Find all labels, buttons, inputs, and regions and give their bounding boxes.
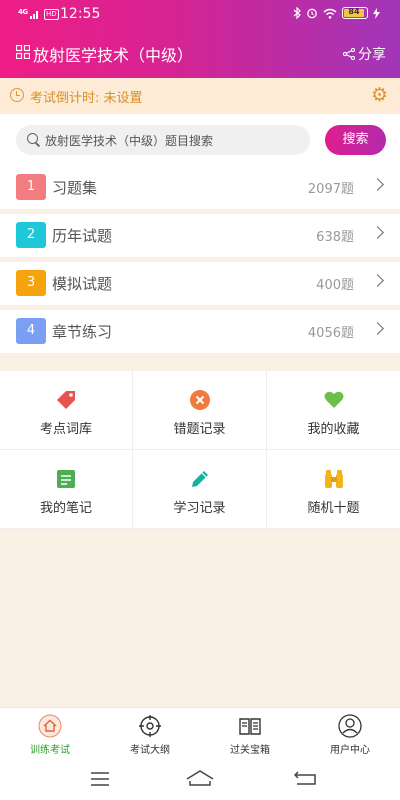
status-icons: 84 [293, 7, 380, 19]
bottom-tab-bar: 训练考试 考试大纲 过关宝箱 用户中心 [0, 707, 400, 762]
tool-label: 学习记录 [173, 501, 226, 516]
alarm-icon [307, 8, 317, 19]
tab-user-center[interactable]: 用户中心 [300, 708, 400, 762]
network-type: 4G [18, 8, 28, 16]
menu-icon[interactable] [90, 772, 110, 786]
back-icon[interactable] [294, 771, 316, 785]
chevron-right-icon [371, 274, 384, 287]
clock-icon [10, 88, 24, 102]
item-number-badge: 2 [16, 222, 46, 248]
binoculars-icon [324, 470, 343, 488]
battery-level: 84 [348, 7, 360, 16]
tool-keyword-bank[interactable]: 考点词库 [0, 371, 133, 450]
share-button[interactable]: 分享 [343, 44, 386, 64]
tab-label: 过关宝箱 [230, 745, 270, 756]
error-circle-icon [189, 390, 210, 410]
list-item-past-papers[interactable]: 2 历年试题 638题 [0, 214, 400, 257]
book-icon [239, 718, 261, 735]
search-button[interactable]: 搜索 [325, 125, 386, 155]
tool-favorites[interactable]: 我的收藏 [267, 371, 400, 450]
share-icon [343, 48, 355, 60]
tool-label: 我的收藏 [307, 422, 360, 437]
tab-treasure-box[interactable]: 过关宝箱 [200, 708, 300, 762]
signal-icon [30, 11, 38, 19]
home-nav-icon[interactable] [186, 770, 214, 786]
battery-icon: 84 [342, 7, 368, 19]
item-label: 模拟试题 [52, 275, 113, 293]
tool-wrong-answers[interactable]: 错题记录 [133, 371, 267, 450]
app-header: 4G HD 12:55 84 放射医学技术（中级） 分享 [0, 0, 400, 78]
tag-icon [57, 391, 75, 409]
status-bar: 4G HD 12:55 84 [0, 0, 400, 30]
item-count: 638题 [316, 230, 354, 245]
category-list: 1 习题集 2097题 2 历年试题 638题 3 模拟试题 400题 4 章节… [0, 166, 400, 358]
chevron-right-icon [371, 226, 384, 239]
tool-study-history[interactable]: 学习记录 [133, 450, 267, 529]
chevron-right-icon [371, 322, 384, 335]
tool-grid: 考点词库 错题记录 我的收藏 我的笔记 学习记录 随机十题 [0, 371, 400, 529]
item-count: 4056题 [307, 326, 354, 341]
search-input[interactable]: 放射医学技术（中级）题目搜索 [16, 125, 310, 155]
item-count: 400题 [316, 278, 354, 293]
user-icon [338, 714, 362, 738]
list-item-mock-tests[interactable]: 3 模拟试题 400题 [0, 262, 400, 305]
tab-label: 用户中心 [330, 745, 370, 756]
notebook-icon [57, 470, 75, 488]
tool-random-ten[interactable]: 随机十题 [267, 450, 400, 529]
countdown-text: 考试倒计时: 未设置 [30, 91, 143, 106]
share-label: 分享 [358, 47, 386, 63]
tab-syllabus[interactable]: 考试大纲 [100, 708, 200, 762]
item-number-badge: 3 [16, 270, 46, 296]
item-count: 2097题 [307, 182, 354, 197]
tool-label: 错题记录 [173, 422, 226, 437]
search-icon [27, 133, 38, 144]
item-number-badge: 1 [16, 174, 46, 200]
pencil-icon [191, 471, 208, 487]
list-item-chapter-practice[interactable]: 4 章节练习 4056题 [0, 310, 400, 353]
search-placeholder: 放射医学技术（中级）题目搜索 [45, 134, 214, 148]
title-bar: 放射医学技术（中级） 分享 [0, 38, 400, 68]
tab-training-exam[interactable]: 训练考试 [0, 708, 100, 762]
search-row: 放射医学技术（中级）题目搜索 搜索 [0, 114, 400, 166]
item-label: 习题集 [52, 179, 98, 197]
heart-icon [324, 391, 343, 408]
home-icon [38, 714, 62, 738]
hd-badge: HD [44, 9, 59, 20]
page-title: 放射医学技术（中级） [33, 46, 194, 65]
grid-icon[interactable] [16, 45, 30, 59]
tab-label: 训练考试 [30, 745, 70, 756]
clock-time: 12:55 [60, 6, 101, 22]
item-label: 历年试题 [52, 227, 113, 245]
charging-icon [373, 7, 380, 19]
wifi-icon [323, 8, 337, 19]
exam-countdown-banner: 考试倒计时: 未设置 ⚙ [0, 78, 400, 114]
bluetooth-icon [293, 7, 301, 19]
tool-label: 我的笔记 [39, 501, 92, 516]
tab-label: 考试大纲 [130, 745, 170, 756]
list-item-exercises[interactable]: 1 习题集 2097题 [0, 166, 400, 209]
tool-label: 随机十题 [307, 501, 360, 516]
settings-gear-icon[interactable]: ⚙ [371, 85, 388, 105]
tool-notes[interactable]: 我的笔记 [0, 450, 133, 529]
target-icon [139, 715, 161, 737]
item-label: 章节练习 [52, 323, 113, 341]
chevron-right-icon [371, 178, 384, 191]
item-number-badge: 4 [16, 318, 46, 344]
system-nav-bar [0, 762, 400, 800]
tool-label: 考点词库 [39, 422, 92, 437]
